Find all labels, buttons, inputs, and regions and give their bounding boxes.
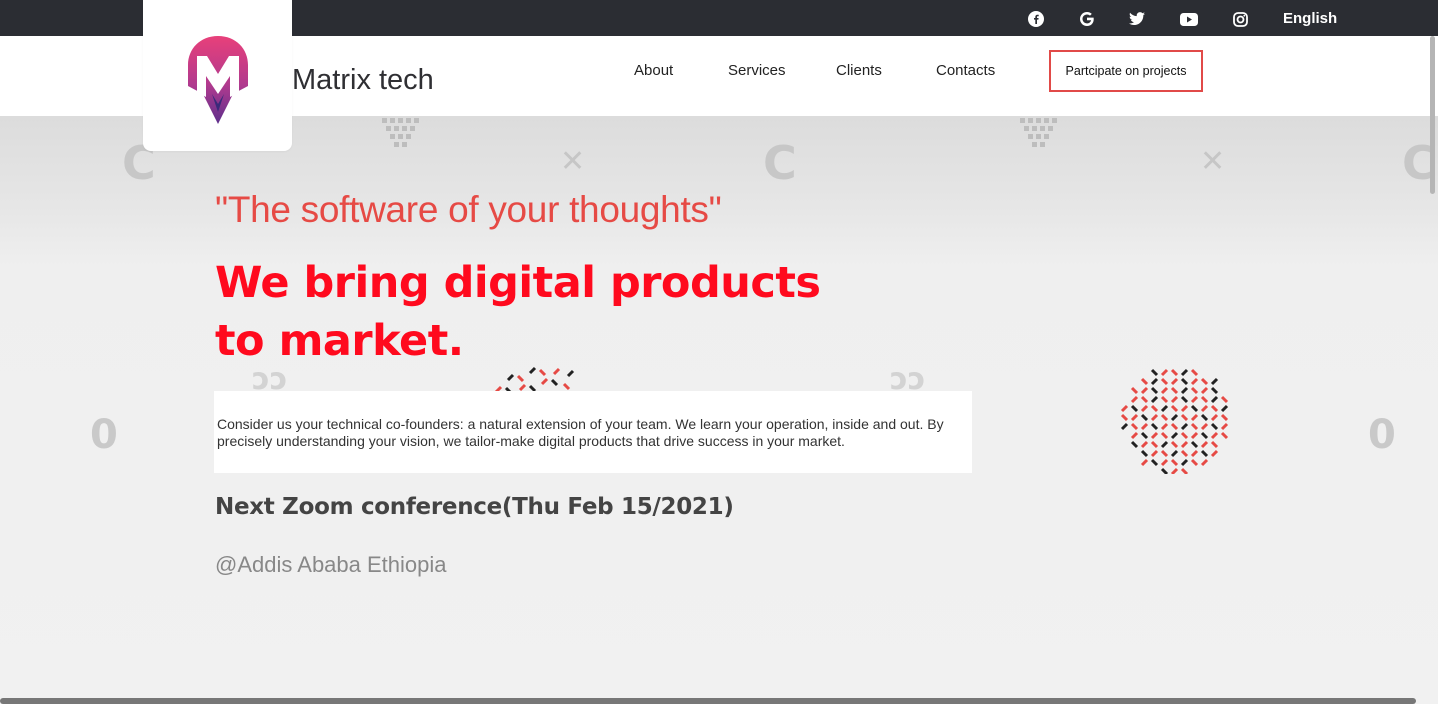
facebook-icon[interactable] [1026,9,1046,29]
decorative-c-icon: C [763,136,797,190]
decorative-zero-icon: 0 [1368,412,1396,458]
twitter-icon[interactable] [1127,9,1147,29]
event-announcement: Next Zoom conference(Thu Feb 15/2021) [215,494,734,520]
hero-headline: We bring digital products to market. [215,254,855,370]
hero-description: Consider us your technical co-founders: … [217,416,944,449]
decorative-x-icon: ✕ [560,144,586,179]
instagram-icon[interactable] [1230,9,1250,29]
pattern-circle-icon [1120,368,1229,474]
matrix-logo-icon [188,36,248,124]
headline-line-2: to market. [215,316,464,366]
decorative-dots-icon [382,118,419,147]
decorative-x-icon: ✕ [1200,144,1226,179]
decorative-zero-icon: 0 [90,412,118,458]
youtube-icon[interactable] [1179,9,1199,29]
headline-line-1: We bring digital products [215,258,821,308]
language-selector[interactable]: English [1283,10,1337,27]
decorative-dots-icon [1020,118,1057,147]
nav-services[interactable]: Services [728,62,786,79]
vertical-scrollbar[interactable] [1430,36,1435,194]
nav-contacts[interactable]: Contacts [936,62,995,79]
logo[interactable] [143,0,292,151]
google-icon[interactable] [1077,9,1097,29]
event-location: @Addis Ababa Ethiopia [215,552,447,577]
description-box: Consider us your technical co-founders: … [214,391,972,473]
nav-about[interactable]: About [634,62,673,79]
nav-clients[interactable]: Clients [836,62,882,79]
horizontal-scrollbar[interactable] [0,698,1416,704]
participate-button[interactable]: Partcipate on projects [1049,50,1203,92]
brand-name[interactable]: Matrix tech [292,64,434,97]
hero-quote: "The software of your thoughts" [215,189,722,230]
